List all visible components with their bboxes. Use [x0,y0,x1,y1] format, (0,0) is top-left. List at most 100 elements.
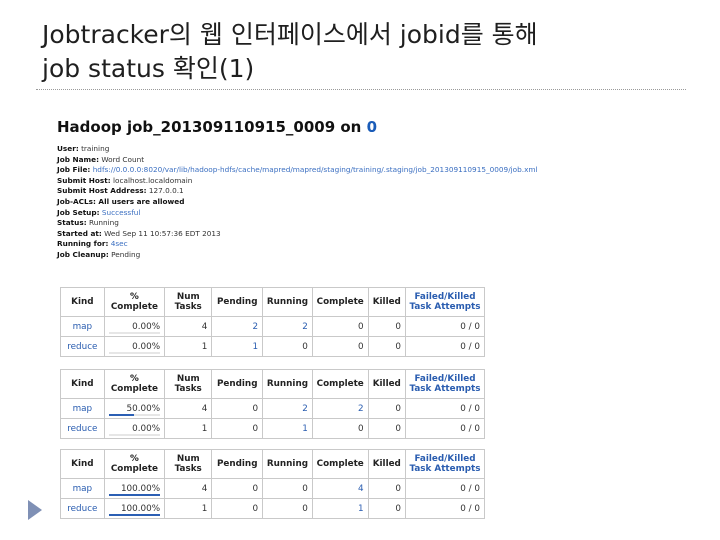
column-header: Num Tasks [164,369,213,399]
table-row: map 100.00% 4 0 0 4 0 0 / 0 [60,478,486,499]
column-header: Pending [211,369,264,399]
table-header-row: Kind% Complete Num Tasks Pending Running Com… [60,449,486,479]
task-kind-link[interactable]: map [60,316,105,337]
num-count-cell: 4 [164,398,213,419]
num-count-cell: 4 [164,316,213,337]
table-row: map 50.00% 4 0 2 2 0 0 / 0 [60,398,486,419]
slide-title-line-2: job status 확인(1) [42,54,255,83]
column-header: Killed [367,287,406,317]
column-header: Running [262,449,313,479]
job-info-value: training [81,144,110,153]
progress-bar [108,494,161,496]
failed-count-cell: 0 / 0 [404,336,486,357]
job-info-link[interactable]: Successful [102,208,141,217]
task-kind-link[interactable]: map [60,478,105,499]
table-header-row: Kind% Complete Num Tasks Pending Running Com… [60,369,486,399]
job-info-value: 127.0.0.1 [148,186,184,196]
column-header: Pending [211,449,264,479]
num-count-cell: 1 [164,336,213,357]
column-header[interactable]: Failed/Killed Task Attempts [404,449,486,479]
job-info-label: Running for: [57,239,109,249]
job-info-value: Pending [111,249,141,259]
job-info-label: Job Name: [57,154,99,164]
task-summary-table: Kind% Complete Num Tasks Pending Running Com… [60,287,486,357]
task-kind-link[interactable]: reduce [60,418,105,439]
job-info-row: Job-ACLs: All users are allowed [57,197,595,208]
pending-count-cell: 0 [211,478,264,499]
table-row: reduce 0.00% 1 0 1 0 0 0 / 0 [60,418,486,439]
slide-title: Jobtracker의 웹 인터페이스에서 jobid를 통해 job stat… [42,18,682,86]
progress-bar [108,332,161,334]
job-info-label: Submit Host Address: [57,186,147,196]
job-info-label: Job Setup: [57,207,100,217]
column-header: Num Tasks [164,287,213,317]
complete-count-cell: 0 [311,336,369,357]
num-count-cell: 4 [164,478,213,499]
percent-complete-value: 0.00% [132,341,161,352]
column-header[interactable]: Failed/Killed Task Attempts [404,287,486,317]
jobtracker-host-link[interactable]: 0 [367,118,377,136]
column-header: Killed [367,449,406,479]
task-kind-link[interactable]: reduce [60,498,105,519]
job-info-label: Job Cleanup: [57,249,109,259]
pending-count-cell[interactable]: 2 [211,316,264,337]
running-count-cell: 0 [262,336,313,357]
failed-count-cell: 0 / 0 [404,398,486,419]
task-kind-link[interactable]: reduce [60,336,105,357]
percent-complete-cell: 50.00% [103,398,166,419]
progress-bar [108,352,161,354]
running-count-cell[interactable]: 1 [262,418,313,439]
column-header: Complete [311,369,369,399]
task-summary-table: Kind% Complete Num Tasks Pending Running Com… [60,449,486,519]
progress-bar-fill [108,514,161,516]
percent-complete-value: 0.00% [132,423,161,434]
column-header: Kind [60,287,105,317]
num-count-cell: 1 [164,498,213,519]
complete-count-cell[interactable]: 4 [311,478,369,499]
task-summary-table: Kind% Complete Num Tasks Pending Running Com… [60,369,486,439]
percent-complete-cell: 0.00% [103,418,166,439]
killed-count-cell: 0 [367,398,406,419]
percent-complete-value: 100.00% [120,503,161,514]
job-info-link[interactable]: 4sec [111,239,128,248]
title-divider [36,89,686,90]
job-info-row: Status: Running [57,218,595,229]
column-header: Running [262,287,313,317]
task-kind-link[interactable]: map [60,398,105,419]
running-count-cell: 0 [262,478,313,499]
percent-complete-cell: 100.00% [103,478,166,499]
complete-count-cell[interactable]: 2 [311,398,369,419]
table-header-row: Kind% Complete Num Tasks Pending Running Com… [60,287,486,317]
progress-bar [108,414,161,416]
job-info-row: Job File: hdfs://0.0.0.0:8020/var/lib/ha… [57,165,595,176]
percent-complete-value: 100.00% [120,483,161,494]
bullet-arrow-icon [28,500,42,520]
failed-count-cell: 0 / 0 [404,478,486,499]
running-count-cell: 0 [262,498,313,519]
job-info-row: Submit Host: localhost.localdomain [57,176,595,187]
job-info-list: User: training Job Name: Word Count Job Fi… [57,144,595,261]
job-info-row: Running for: 4sec [57,239,595,250]
job-info-link[interactable]: hdfs://0.0.0.0:8020/var/lib/hadoop-hdfs/… [93,165,538,174]
slide-title-line-1: Jobtracker의 웹 인터페이스에서 jobid를 통해 [42,20,538,49]
job-info-row: Job Setup: Successful [57,208,595,219]
complete-count-cell[interactable]: 1 [311,498,369,519]
pending-count-cell: 0 [211,398,264,419]
page-title-text: Hadoop job_201309110915_0009 on [57,118,367,136]
job-info-label: Job-ACLs: All users are allowed [57,196,185,206]
killed-count-cell: 0 [367,316,406,337]
complete-count-cell: 0 [311,316,369,337]
percent-complete-value: 0.00% [132,321,161,332]
running-count-cell[interactable]: 2 [262,316,313,337]
num-count-cell: 1 [164,418,213,439]
running-count-cell[interactable]: 2 [262,398,313,419]
job-info-row: Job Cleanup: Pending [57,250,595,261]
column-header: Num Tasks [164,449,213,479]
column-header: Killed [367,369,406,399]
column-header: Kind [60,449,105,479]
pending-count-cell[interactable]: 1 [211,336,264,357]
column-header[interactable]: Failed/Killed Task Attempts [404,369,486,399]
column-header: % Complete [103,287,166,317]
job-info-value: Word Count [101,154,145,164]
percent-complete-cell: 100.00% [103,498,166,519]
